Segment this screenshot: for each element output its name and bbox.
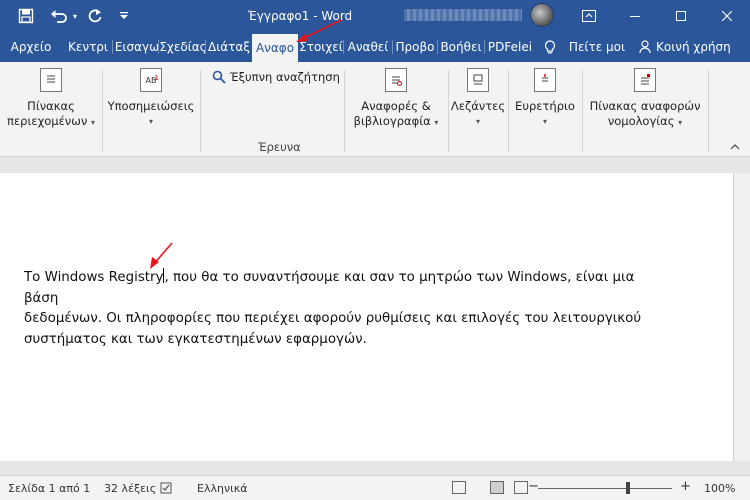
language-indicator[interactable]: Ελληνικά bbox=[197, 482, 248, 495]
tab-file[interactable]: Αρχείο bbox=[6, 32, 56, 62]
citations-label-line1: Αναφορές & bbox=[361, 99, 431, 113]
ribbon-display-options-icon[interactable] bbox=[566, 0, 612, 32]
index-label: Ευρετήριο bbox=[515, 99, 575, 113]
smart-lookup-button[interactable]: Έξυπνη αναζήτηση bbox=[212, 70, 340, 84]
status-bar: Σελίδα 1 από 1 32 λέξεις Ελληνικά − + 10… bbox=[0, 475, 750, 500]
tab-pdfelement[interactable]: PDFelei bbox=[486, 32, 534, 62]
tell-me-search[interactable]: Πείτε μοι bbox=[564, 32, 630, 62]
research-group-label: Έρευνα bbox=[258, 140, 301, 154]
minimize-icon[interactable] bbox=[612, 0, 658, 32]
group-separator bbox=[582, 70, 583, 152]
close-icon[interactable] bbox=[704, 0, 750, 32]
group-separator bbox=[448, 70, 449, 152]
zoom-out-button[interactable]: − bbox=[528, 479, 539, 494]
user-name-blurred[interactable] bbox=[404, 9, 522, 21]
toc-label-line1: Πίνακας bbox=[27, 99, 75, 113]
chevron-down-icon: ▾ bbox=[475, 117, 480, 126]
chevron-down-icon: ▾ bbox=[434, 118, 439, 127]
toa-label-line1: Πίνακας αναφορών bbox=[589, 99, 701, 113]
tab-design[interactable]: Σχεδίας bbox=[160, 32, 206, 62]
print-layout-icon[interactable] bbox=[490, 481, 504, 494]
ribbon-tabs: Αρχείο Κεντρι Εισαγω Σχεδίας Διάταξ Αναφ… bbox=[0, 32, 750, 62]
table-of-authorities-button[interactable]: Πίνακας αναφορών νομολογίας ▾ bbox=[584, 68, 706, 130]
document-page[interactable]: Το Windows Registry, που θα το συναντήσο… bbox=[0, 173, 734, 461]
citation-icon bbox=[385, 68, 407, 92]
share-button[interactable]: Κοινή χρήση bbox=[656, 32, 746, 62]
web-layout-icon[interactable] bbox=[514, 481, 528, 494]
search-icon bbox=[212, 70, 226, 84]
document-paragraph[interactable]: Το Windows Registry, που θα το συναντήσο… bbox=[24, 268, 644, 350]
tab-review[interactable]: Αναθεί bbox=[344, 32, 392, 62]
paragraph-line-2: δεδομένων. Οι πληροφορίες που περιέχει α… bbox=[24, 311, 642, 326]
word-count[interactable]: 32 λέξεις bbox=[104, 482, 156, 495]
captions-button[interactable]: Λεζάντες ▾ bbox=[450, 68, 506, 129]
toc-label-line2: περιεχομένων bbox=[7, 114, 88, 128]
smart-lookup-label: Έξυπνη αναζήτηση bbox=[230, 70, 340, 84]
table-of-contents-button[interactable]: Πίνακας περιεχομένων ▾ bbox=[4, 68, 98, 130]
zoom-slider[interactable] bbox=[538, 488, 672, 489]
paragraph-line-3: συστήματος και των εγκατεστημένων εφαρμο… bbox=[24, 331, 367, 347]
document-area: Το Windows Registry, που θα το συναντήσο… bbox=[0, 157, 750, 475]
zoom-in-button[interactable]: + bbox=[680, 479, 691, 494]
ribbon: Πίνακας περιεχομένων ▾ AB 1 Υποσημειώσεις… bbox=[0, 62, 750, 157]
tab-layout[interactable]: Διάταξ bbox=[206, 32, 252, 62]
collapse-ribbon-icon[interactable] bbox=[730, 142, 740, 153]
captions-label: Λεζάντες bbox=[450, 99, 506, 113]
maximize-icon[interactable] bbox=[658, 0, 704, 32]
avatar[interactable] bbox=[530, 3, 554, 27]
citations-label-line2: βιβλιογραφία bbox=[353, 114, 431, 128]
caption-icon bbox=[467, 68, 489, 92]
zoom-slider-thumb[interactable] bbox=[625, 482, 630, 494]
tab-help[interactable]: Βοήθει bbox=[438, 32, 484, 62]
index-icon bbox=[534, 68, 556, 92]
tab-separator bbox=[484, 40, 485, 54]
footnotes-label: Υποσημειώσεις bbox=[107, 99, 195, 113]
footnote-icon: AB 1 bbox=[140, 68, 162, 92]
chevron-down-icon: ▾ bbox=[542, 117, 547, 126]
tab-references[interactable]: Αναφο bbox=[252, 34, 298, 62]
group-separator bbox=[102, 70, 103, 152]
group-separator bbox=[708, 70, 709, 152]
vertical-scrollbar[interactable] bbox=[734, 173, 750, 461]
text-before-caret: Το Windows Registry bbox=[24, 270, 164, 285]
tab-separator bbox=[158, 40, 159, 54]
tab-mailings[interactable]: Στοιχεί bbox=[298, 32, 344, 62]
read-mode-icon[interactable] bbox=[452, 481, 466, 494]
group-separator bbox=[200, 70, 201, 152]
table-of-authorities-icon bbox=[634, 68, 656, 92]
proofing-icon[interactable] bbox=[160, 482, 174, 497]
citations-bibliography-button[interactable]: Αναφορές & βιβλιογραφία ▾ bbox=[346, 68, 446, 130]
group-separator bbox=[508, 70, 509, 152]
group-separator bbox=[344, 70, 345, 152]
lightbulb-icon[interactable] bbox=[538, 32, 562, 62]
toa-label-line2: νομολογίας bbox=[607, 114, 675, 128]
index-button[interactable]: Ευρετήριο ▾ bbox=[510, 68, 580, 129]
tab-insert[interactable]: Εισαγω bbox=[114, 32, 160, 62]
chevron-down-icon: ▾ bbox=[148, 117, 153, 126]
title-bar: ▾ Έγγραφο1 - Word bbox=[0, 0, 750, 32]
tab-home[interactable]: Κεντρι bbox=[62, 32, 114, 62]
tab-view[interactable]: Προβο bbox=[393, 32, 437, 62]
zoom-level[interactable]: 100% bbox=[704, 482, 735, 495]
tab-separator bbox=[112, 40, 113, 54]
page-count[interactable]: Σελίδα 1 από 1 bbox=[8, 482, 90, 495]
share-person-icon[interactable] bbox=[636, 32, 656, 62]
footnotes-button[interactable]: AB 1 Υποσημειώσεις ▾ bbox=[104, 68, 198, 129]
table-of-contents-icon bbox=[40, 68, 62, 92]
chevron-down-icon: ▾ bbox=[90, 118, 95, 127]
chevron-down-icon: ▾ bbox=[678, 118, 683, 127]
